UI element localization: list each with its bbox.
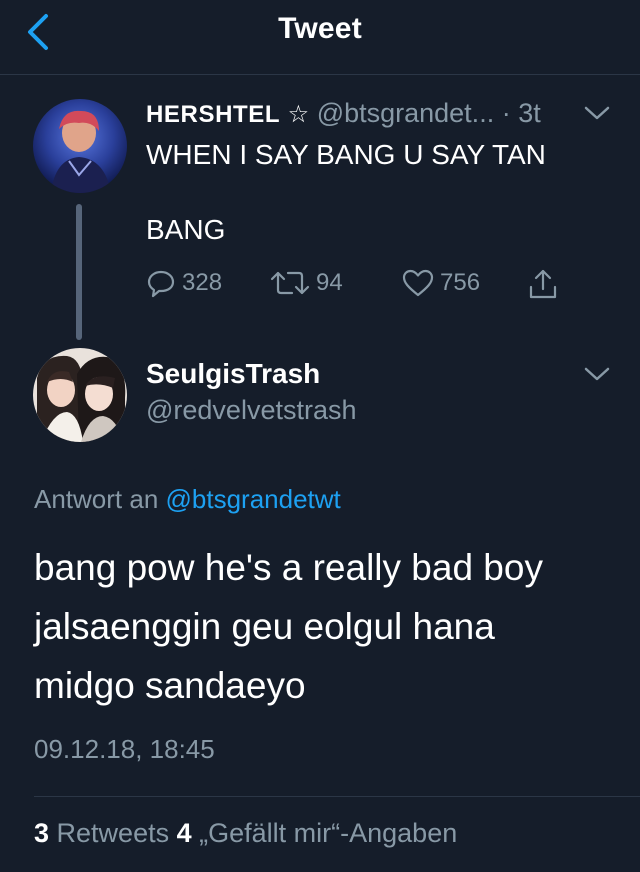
reply-context: Antwort an @btsgrandetwt bbox=[34, 484, 341, 515]
reply-button[interactable]: 328 bbox=[146, 268, 222, 298]
parent-tweet-menu-button[interactable] bbox=[583, 103, 611, 128]
avatar-image bbox=[33, 99, 127, 193]
reply-prefix: Antwort an bbox=[34, 484, 166, 514]
tweet-menu-button[interactable] bbox=[583, 364, 611, 389]
page-title: Tweet bbox=[278, 12, 362, 45]
retweet-count: 3 bbox=[34, 818, 50, 848]
likes-stat-link[interactable]: 4 „Gefällt mir“-Angaben bbox=[177, 818, 458, 848]
chevron-down-icon bbox=[584, 367, 610, 381]
share-icon bbox=[529, 269, 557, 299]
author-handle[interactable]: @redvelvetstrash bbox=[146, 395, 357, 426]
avatar-image bbox=[33, 348, 127, 442]
retweet-button[interactable]: 94 bbox=[270, 268, 343, 298]
like-label: „Gefällt mir“-Angaben bbox=[191, 818, 458, 848]
parent-tweet-text-line: BANG bbox=[146, 214, 226, 245]
heart-icon bbox=[402, 269, 434, 297]
tweet-text-line: bang pow he's a really bad boy bbox=[34, 547, 543, 588]
tweet-text: bang pow he's a really bad boy jalsaengg… bbox=[34, 538, 624, 715]
reply-count: 328 bbox=[182, 269, 223, 296]
like-count: 4 bbox=[176, 818, 192, 848]
like-button[interactable]: 756 bbox=[402, 268, 480, 298]
like-count: 756 bbox=[440, 269, 481, 296]
reply-to-handle-link[interactable]: @btsgrandetwt bbox=[166, 484, 341, 514]
avatar[interactable] bbox=[33, 348, 127, 442]
author-name[interactable]: SeulgisTrash bbox=[146, 358, 320, 390]
retweets-stat-link[interactable]: 3 Retweets bbox=[34, 818, 177, 848]
parent-tweet-text-line: WHEN I SAY BANG U SAY TAN bbox=[146, 139, 546, 170]
parent-tweet-actions: 328 94 756 bbox=[0, 268, 640, 304]
parent-author-handle[interactable]: @btsgrandet... bbox=[317, 98, 495, 128]
divider bbox=[34, 796, 640, 797]
tweet-text-line: midgo sandaeyo bbox=[34, 665, 306, 706]
retweet-icon bbox=[270, 271, 310, 295]
parent-author-name[interactable]: HERSHTEL bbox=[146, 101, 280, 128]
tweet-text-line: jalsaenggin geu eolgul hana bbox=[34, 606, 495, 647]
avatar[interactable] bbox=[33, 99, 127, 193]
meta-separator: · bbox=[494, 98, 519, 128]
retweet-label: Retweets bbox=[49, 818, 177, 848]
chevron-down-icon bbox=[584, 106, 610, 120]
reply-icon bbox=[147, 270, 175, 298]
star-icon: ☆ bbox=[287, 101, 310, 128]
header-bar: Tweet bbox=[0, 0, 640, 75]
share-button[interactable] bbox=[527, 268, 559, 300]
parent-tweet-age: 3t bbox=[518, 98, 541, 128]
retweet-count: 94 bbox=[316, 269, 343, 296]
tweet-timestamp: 09.12.18, 18:45 bbox=[34, 734, 215, 764]
parent-tweet-meta: HERSHTEL ☆ @btsgrandet... · 3t bbox=[146, 98, 541, 129]
tweet-stats: 3 Retweets 4 „Gefällt mir“-Angaben bbox=[34, 818, 457, 849]
